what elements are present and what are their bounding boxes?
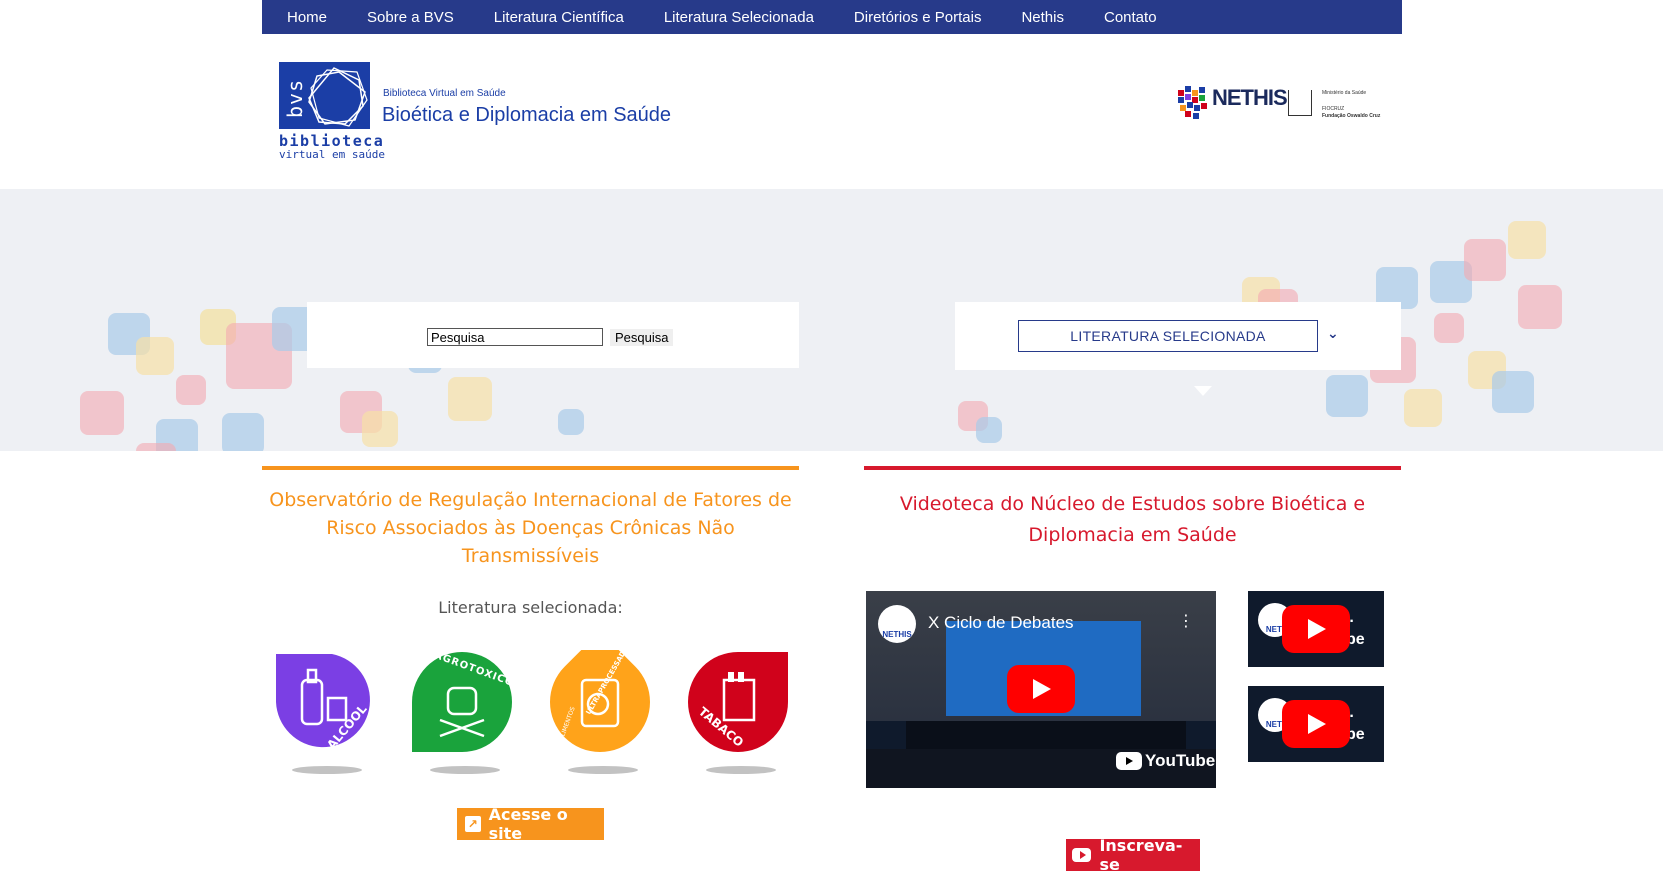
top-nav: Home Sobre a BVS Literatura Científica L… bbox=[262, 0, 1402, 34]
badge-ultraprocessados[interactable]: ULTRAPROCESSADOS ALIMENTOS bbox=[548, 631, 653, 755]
acesse-site-button[interactable]: ↗ Acesse o site bbox=[457, 805, 604, 843]
more-options-icon[interactable]: ⋮ bbox=[1178, 611, 1194, 630]
search-panel: Pesquisa bbox=[307, 302, 799, 368]
youtube-icon bbox=[1072, 848, 1092, 862]
observatorio-title[interactable]: Observatório de Regulação Internacional … bbox=[262, 486, 799, 570]
site-subtitle: Biblioteca Virtual em Saúde bbox=[383, 88, 506, 99]
video-thumbnail[interactable]: NETI l... be bbox=[1248, 591, 1384, 667]
nav-sobre[interactable]: Sobre a BVS bbox=[367, 9, 454, 26]
acesse-site-label: Acesse o site bbox=[488, 805, 568, 843]
badge-shadow bbox=[706, 766, 776, 774]
youtube-logo[interactable]: YouTube bbox=[1116, 751, 1215, 771]
decor-square bbox=[448, 377, 492, 421]
videoteca-divider bbox=[864, 466, 1401, 470]
partner-logos: NETHIS Ministério da Saúde FIOCRUZ Funda… bbox=[1176, 84, 1396, 124]
main-video-embed[interactable]: NETHIS X Ciclo de Debates ⋮ YouTube bbox=[866, 591, 1216, 788]
nav-nethis[interactable]: Nethis bbox=[1021, 9, 1064, 26]
decor-square bbox=[136, 443, 176, 451]
decor-square bbox=[558, 409, 584, 435]
decor-square bbox=[976, 417, 1002, 443]
badge-alcool[interactable]: ALCOOL bbox=[272, 650, 377, 755]
literature-select-panel: LITERATURA SELECIONADA ⌄ bbox=[955, 302, 1401, 370]
decor-square bbox=[1518, 285, 1562, 329]
nav-literatura-selecionada[interactable]: Literatura Selecionada bbox=[664, 9, 814, 26]
play-button-icon[interactable] bbox=[1007, 665, 1075, 713]
observatorio-divider bbox=[262, 466, 799, 470]
badge-shadow bbox=[430, 766, 500, 774]
decor-square bbox=[176, 375, 206, 405]
external-link-icon: ↗ bbox=[465, 816, 481, 832]
search-button[interactable]: Pesquisa bbox=[610, 329, 674, 346]
video-thumbnail[interactable]: NETI l... be bbox=[1248, 686, 1384, 762]
badge-shadow bbox=[568, 766, 638, 774]
decor-square bbox=[222, 413, 264, 451]
chevron-down-icon[interactable]: ⌄ bbox=[1327, 326, 1339, 342]
decor-square bbox=[1326, 375, 1368, 417]
play-button-icon[interactable] bbox=[1282, 605, 1350, 653]
badge-agrotoxico[interactable]: AGROTOXICO bbox=[410, 650, 516, 755]
badge-shadow bbox=[292, 766, 362, 774]
decor-square bbox=[362, 411, 398, 447]
subscribe-label: Inscreva-se bbox=[1099, 836, 1183, 874]
search-input[interactable] bbox=[427, 328, 603, 346]
decor-square bbox=[1434, 313, 1464, 343]
site-title[interactable]: Bioética e Diplomacia em Saúde bbox=[382, 104, 671, 127]
youtube-icon bbox=[1116, 752, 1142, 770]
nav-home[interactable]: Home bbox=[287, 9, 327, 26]
ministerio-text: Ministério da Saúde bbox=[1322, 90, 1367, 96]
youtube-label: YouTube bbox=[1145, 751, 1216, 770]
logo-virtual-text: virtual em saúde bbox=[279, 148, 385, 161]
nav-literatura-cientifica[interactable]: Literatura Científica bbox=[494, 9, 624, 26]
videoteca-title[interactable]: Videoteca do Núcleo de Estudos sobre Bio… bbox=[864, 489, 1401, 551]
literature-select[interactable]: LITERATURA SELECIONADA bbox=[1018, 320, 1318, 352]
nav-contato[interactable]: Contato bbox=[1104, 9, 1157, 26]
decor-square bbox=[1508, 221, 1546, 259]
fiocruz-full-text: Fundação Oswaldo Cruz bbox=[1322, 113, 1381, 119]
decor-square bbox=[80, 391, 124, 435]
nav-diretorios[interactable]: Diretórios e Portais bbox=[854, 9, 982, 26]
fiocruz-logo-icon bbox=[1288, 90, 1312, 116]
channel-avatar[interactable]: NETHIS bbox=[878, 605, 916, 643]
video-table bbox=[906, 721, 1186, 749]
badge-tabaco[interactable]: TABACO bbox=[686, 650, 791, 755]
nethis-logo-text: NETHIS bbox=[1212, 85, 1288, 110]
subscribe-button[interactable]: Inscreva-se bbox=[1066, 836, 1200, 874]
main-video-title[interactable]: X Ciclo de Debates bbox=[928, 613, 1074, 633]
panel-pointer bbox=[1194, 386, 1212, 396]
decor-square bbox=[1492, 371, 1534, 413]
alcohol-icon bbox=[276, 654, 370, 748]
fiocruz-text: FIOCRUZ bbox=[1322, 106, 1345, 112]
literatura-selecionada-label: Literatura selecionada: bbox=[438, 598, 623, 617]
logo-bvs-text: bvs bbox=[283, 78, 307, 118]
decor-square bbox=[1464, 239, 1506, 281]
play-button-icon[interactable] bbox=[1282, 700, 1350, 748]
decor-square bbox=[1404, 389, 1442, 427]
topic-badges: ALCOOL AGROTOXICO ULTRAPROCESSADOS ALIME… bbox=[272, 631, 792, 775]
hero-banner bbox=[0, 189, 1663, 451]
decor-square bbox=[136, 337, 174, 375]
